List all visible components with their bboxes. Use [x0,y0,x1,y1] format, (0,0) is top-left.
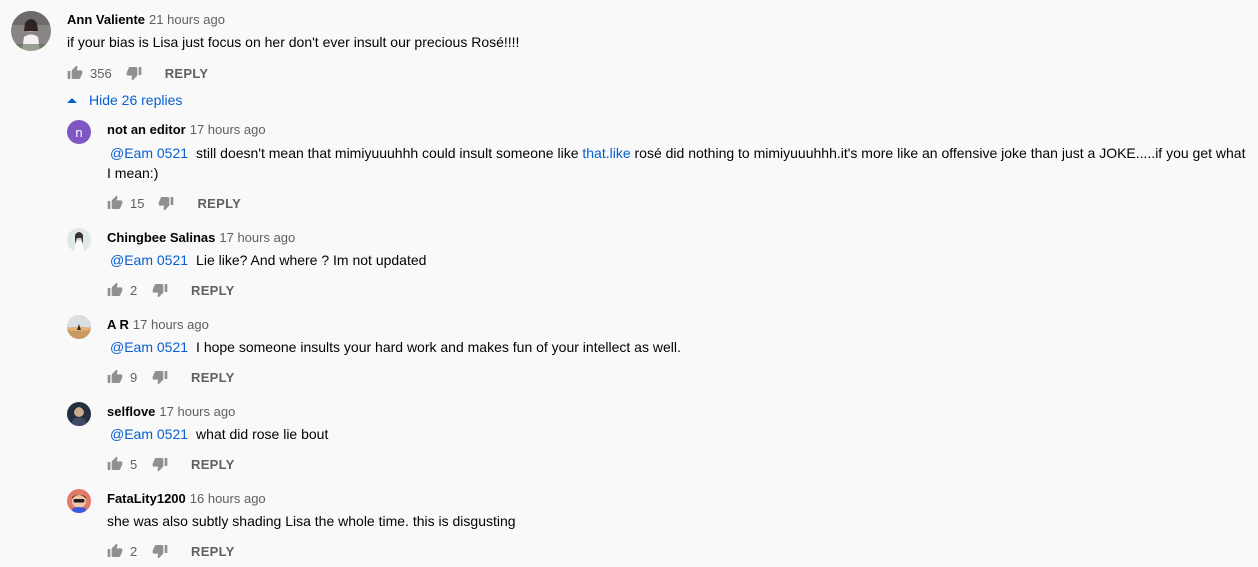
reply-button[interactable]: REPLY [191,283,235,298]
like-button[interactable] [107,195,123,211]
timestamp[interactable]: 17 hours ago [133,317,209,332]
mention-link[interactable]: @Eam 0521 [110,339,188,355]
like-button[interactable] [107,456,123,472]
avatar[interactable] [11,11,51,51]
author-name[interactable]: FataLity1200 [107,491,186,506]
user-photo-icon [67,315,91,339]
mention-link[interactable]: @Eam 0521 [110,426,188,442]
reply-button[interactable]: REPLY [191,544,235,559]
caret-up-icon [66,94,78,106]
thumb-down-icon [152,456,168,472]
author-line: FataLity1200 16 hours ago [107,490,266,508]
dislike-button[interactable] [152,456,168,472]
reply-comment: A R 17 hours ago @Eam 0521 I hope someone … [0,313,1258,393]
text-part: I hope someone insults your hard work an… [196,339,681,355]
user-photo-icon [67,489,91,513]
author-line: Ann Valiente 21 hours ago [67,11,225,29]
author-name[interactable]: A R [107,317,129,332]
comment-actions: 5 REPLY [107,452,235,476]
reply-comment: n not an editor 17 hours ago @Eam 0521 sti… [0,118,1258,218]
thumb-up-icon [107,282,123,298]
comment-text: @Eam 0521 what did rose lie bout [107,424,328,444]
comment-text: @Eam 0521 I hope someone insults your har… [107,337,681,357]
user-photo-icon [67,228,91,252]
dislike-button[interactable] [158,195,174,211]
author-name[interactable]: selflove [107,404,155,419]
like-button[interactable] [107,369,123,385]
author-name[interactable]: Chingbee Salinas [107,230,215,245]
text-part: Lie like? And where ? Im not updated [196,252,427,268]
reply-button[interactable]: REPLY [191,457,235,472]
comment-actions: 9 REPLY [107,365,235,389]
thumb-up-icon [107,456,123,472]
thumb-up-icon [107,195,123,211]
reply-button[interactable]: REPLY [197,196,241,211]
dislike-button[interactable] [126,65,142,81]
timestamp[interactable]: 16 hours ago [190,491,266,506]
mention-link[interactable]: @Eam 0521 [110,145,188,161]
comment-actions: 2 REPLY [107,539,235,563]
text-part: what did rose lie bout [196,426,329,442]
author-line: Chingbee Salinas 17 hours ago [107,229,295,247]
comment-actions: 2 REPLY [107,278,235,302]
comment-actions: 15 REPLY [107,191,241,215]
thumb-up-icon [107,369,123,385]
reply-comment: FataLity1200 16 hours ago she was also su… [0,487,1258,567]
inline-link[interactable]: that.like [582,145,630,161]
like-button[interactable] [67,65,83,81]
hide-replies-button[interactable]: Hide 26 replies [66,90,182,110]
avatar[interactable] [67,228,91,252]
thumb-down-icon [152,369,168,385]
like-count: 9 [130,369,138,385]
mention-link[interactable]: @Eam 0521 [110,252,188,268]
timestamp[interactable]: 21 hours ago [149,12,225,27]
timestamp[interactable]: 17 hours ago [219,230,295,245]
like-count: 356 [90,65,112,81]
avatar-letter: n [75,124,83,140]
avatar[interactable]: n [67,120,91,144]
comment-text: if your bias is Lisa just focus on her d… [67,34,520,50]
like-button[interactable] [107,543,123,559]
like-count: 2 [130,282,138,298]
user-photo-icon [67,402,91,426]
author-line: selflove 17 hours ago [107,403,235,421]
thumb-up-icon [107,543,123,559]
thumb-down-icon [126,65,142,81]
reply-button[interactable]: REPLY [191,370,235,385]
like-count: 15 [130,195,145,211]
dislike-button[interactable] [152,543,168,559]
timestamp[interactable]: 17 hours ago [159,404,235,419]
author-name[interactable]: not an editor [107,122,186,137]
hide-replies-label: Hide 26 replies [89,92,183,108]
main-comment: Ann Valiente 21 hours ago if your bias is… [0,0,1258,90]
timestamp[interactable]: 17 hours ago [190,122,266,137]
dislike-button[interactable] [152,282,168,298]
like-count: 2 [130,543,138,559]
author-name[interactable]: Ann Valiente [67,12,145,27]
thumb-down-icon [152,543,168,559]
text-part: still doesn't mean that mimiyuuuhhh coul… [196,145,583,161]
dislike-button[interactable] [152,369,168,385]
like-count: 5 [130,456,138,472]
thumb-down-icon [152,282,168,298]
avatar[interactable] [67,315,91,339]
like-button[interactable] [107,282,123,298]
comment-actions: 356 REPLY [67,61,208,85]
thumb-down-icon [158,195,174,211]
reply-comment: selflove 17 hours ago @Eam 0521 what did r… [0,400,1258,480]
reply-button[interactable]: REPLY [165,66,209,81]
comment-text: @Eam 0521 still doesn't mean that mimiyuu… [107,143,1252,183]
comment-text: she was also subtly shading Lisa the who… [107,513,516,529]
reply-comment: Chingbee Salinas 17 hours ago @Eam 0521 Li… [0,226,1258,306]
user-photo-icon [11,11,51,51]
avatar[interactable] [67,402,91,426]
avatar[interactable] [67,489,91,513]
author-line: A R 17 hours ago [107,316,209,334]
comment-text: @Eam 0521 Lie like? And where ? Im not up… [107,250,426,270]
thumb-up-icon [67,65,83,81]
author-line: not an editor 17 hours ago [107,121,266,139]
